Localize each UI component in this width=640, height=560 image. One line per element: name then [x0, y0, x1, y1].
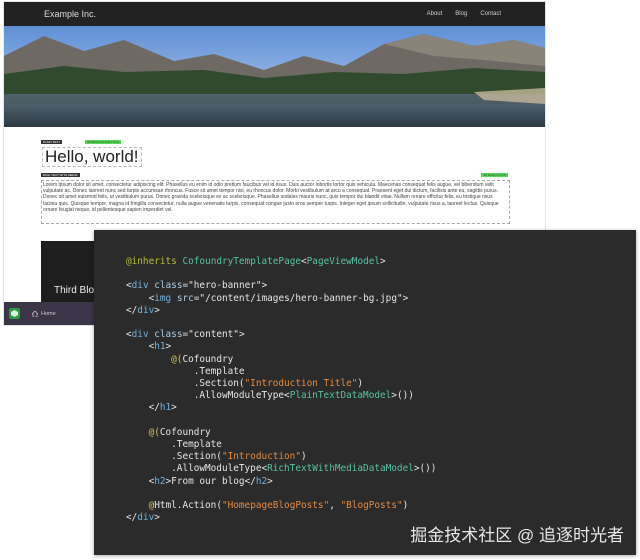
home-icon	[32, 310, 38, 317]
hero-banner-image	[4, 26, 545, 127]
rich-text-tag[interactable]: RICH TEXT WITH MEDIA	[41, 173, 80, 177]
blog-title: Third Blog	[54, 285, 100, 296]
section-tag[interactable]: INTRODUCTION TITLE	[85, 140, 121, 144]
brand-logo[interactable]: Example Inc.	[44, 9, 96, 19]
section-tag-2[interactable]: INTRODUCTION	[481, 173, 508, 177]
admin-home-label: Home	[41, 310, 56, 317]
watermark: 掘金技术社区 @ 追逐时光者	[410, 526, 624, 545]
nav-link-about[interactable]: About	[427, 11, 443, 17]
code-panel: @inherits CofoundryTemplatePage<PageView…	[94, 230, 636, 555]
admin-toolbar: Home	[4, 302, 99, 325]
hero-banner	[4, 26, 545, 127]
intro-paragraph: Lorem ipsum dolor sit amet, consectetur …	[41, 180, 510, 224]
cofoundry-logo-icon[interactable]	[9, 308, 20, 319]
code-block: @inherits CofoundryTemplatePage<PageView…	[126, 256, 437, 524]
navbar: Example Inc. About Blog Contact	[4, 2, 545, 26]
admin-home-link[interactable]: Home	[32, 310, 56, 317]
nav-link-contact[interactable]: Contact	[480, 11, 501, 17]
plain-text-tag[interactable]: PLAIN TEXT	[41, 140, 63, 144]
nav-link-blog[interactable]: Blog	[455, 11, 467, 17]
nav-links: About Blog Contact	[427, 2, 501, 26]
page-heading: Hello, world!	[42, 147, 142, 167]
